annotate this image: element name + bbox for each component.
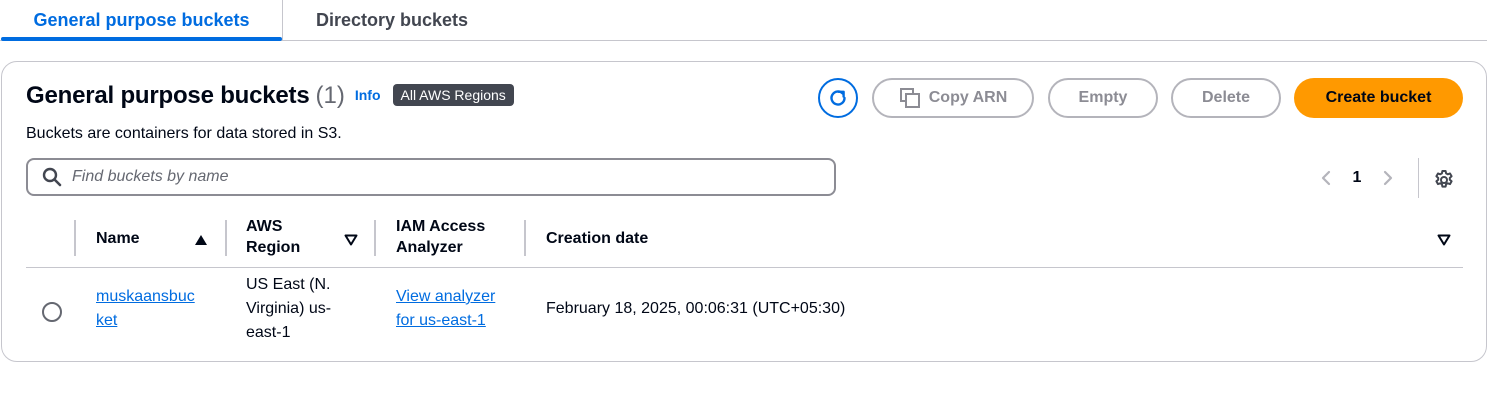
buckets-panel: General purpose buckets (1) Info All AWS… xyxy=(1,61,1487,362)
search-box xyxy=(26,158,836,196)
delete-button[interactable]: Delete xyxy=(1171,78,1281,118)
view-analyzer-line2[interactable]: for us-east-1 xyxy=(396,309,495,333)
column-header-region-line2: Region xyxy=(246,239,301,256)
region-badge: All AWS Regions xyxy=(392,84,514,106)
table-header: Name AWS Region IAM Access Analyzer Crea… xyxy=(26,214,1463,268)
table-settings-button[interactable] xyxy=(1430,166,1458,194)
copy-arn-label: Copy ARN xyxy=(928,89,1008,106)
bucket-name-line2[interactable]: ket xyxy=(96,309,195,333)
column-header-analyzer-line2: Analyzer xyxy=(396,239,463,256)
bucket-region-line1: US East (N. xyxy=(246,276,331,293)
info-link[interactable]: Info xyxy=(355,87,381,103)
sort-descending-icon[interactable] xyxy=(1437,233,1451,251)
panel-header: General purpose buckets (1) Info All AWS… xyxy=(26,82,514,110)
next-page-button[interactable] xyxy=(1374,164,1402,192)
tab-general-purpose-buckets[interactable]: General purpose buckets xyxy=(1,0,282,41)
panel-description: Buckets are containers for data stored i… xyxy=(26,125,342,142)
column-divider xyxy=(374,220,376,256)
column-header-name[interactable]: Name xyxy=(96,228,140,249)
column-header-analyzer-line1: IAM Access xyxy=(396,218,486,235)
view-analyzer-link[interactable]: View analyzer for us-east-1 xyxy=(396,285,495,333)
chevron-left-icon xyxy=(1319,170,1333,186)
view-analyzer-line1[interactable]: View analyzer xyxy=(396,285,495,309)
refresh-button[interactable] xyxy=(818,78,858,118)
pagination-divider xyxy=(1418,158,1419,198)
column-header-region-line1: AWS xyxy=(246,218,283,235)
row-select-radio[interactable] xyxy=(42,302,62,322)
pagination: 1 xyxy=(1312,162,1402,194)
bucket-region-line3: east-1 xyxy=(246,324,291,341)
copy-arn-button[interactable]: Copy ARN xyxy=(872,78,1034,118)
refresh-icon xyxy=(827,87,849,109)
create-bucket-button[interactable]: Create bucket xyxy=(1294,78,1463,118)
tab-directory-buckets[interactable]: Directory buckets xyxy=(283,0,501,40)
column-divider xyxy=(74,220,76,256)
column-header-region[interactable]: AWS Region xyxy=(246,216,300,258)
bucket-name-line1[interactable]: muskaansbuc xyxy=(96,285,195,309)
bucket-region-line2: Virginia) us- xyxy=(246,300,332,317)
search-icon xyxy=(42,167,62,187)
panel-title: General purpose buckets xyxy=(26,82,310,109)
sort-descending-icon[interactable] xyxy=(344,233,358,251)
column-divider xyxy=(524,220,526,256)
column-divider xyxy=(225,220,227,256)
sort-ascending-icon[interactable] xyxy=(194,233,208,251)
bucket-region: US East (N. Virginia) us- east-1 xyxy=(246,273,331,345)
search-input[interactable] xyxy=(72,162,834,192)
column-header-creation-date[interactable]: Creation date xyxy=(546,228,648,249)
copy-icon xyxy=(899,87,921,109)
table-row: muskaansbuc ket US East (N. Virginia) us… xyxy=(26,269,1463,349)
creation-date: February 18, 2025, 00:06:31 (UTC+05:30) xyxy=(546,300,846,317)
bucket-name-link[interactable]: muskaansbuc ket xyxy=(96,285,195,333)
gear-icon xyxy=(1433,169,1455,191)
tab-bar: General purpose buckets Directory bucket… xyxy=(0,0,1487,41)
chevron-right-icon xyxy=(1381,170,1395,186)
previous-page-button[interactable] xyxy=(1312,164,1340,192)
column-header-analyzer[interactable]: IAM Access Analyzer xyxy=(396,216,485,258)
bucket-count: (1) xyxy=(315,82,345,109)
empty-button[interactable]: Empty xyxy=(1048,78,1158,118)
page-number[interactable]: 1 xyxy=(1340,169,1374,187)
